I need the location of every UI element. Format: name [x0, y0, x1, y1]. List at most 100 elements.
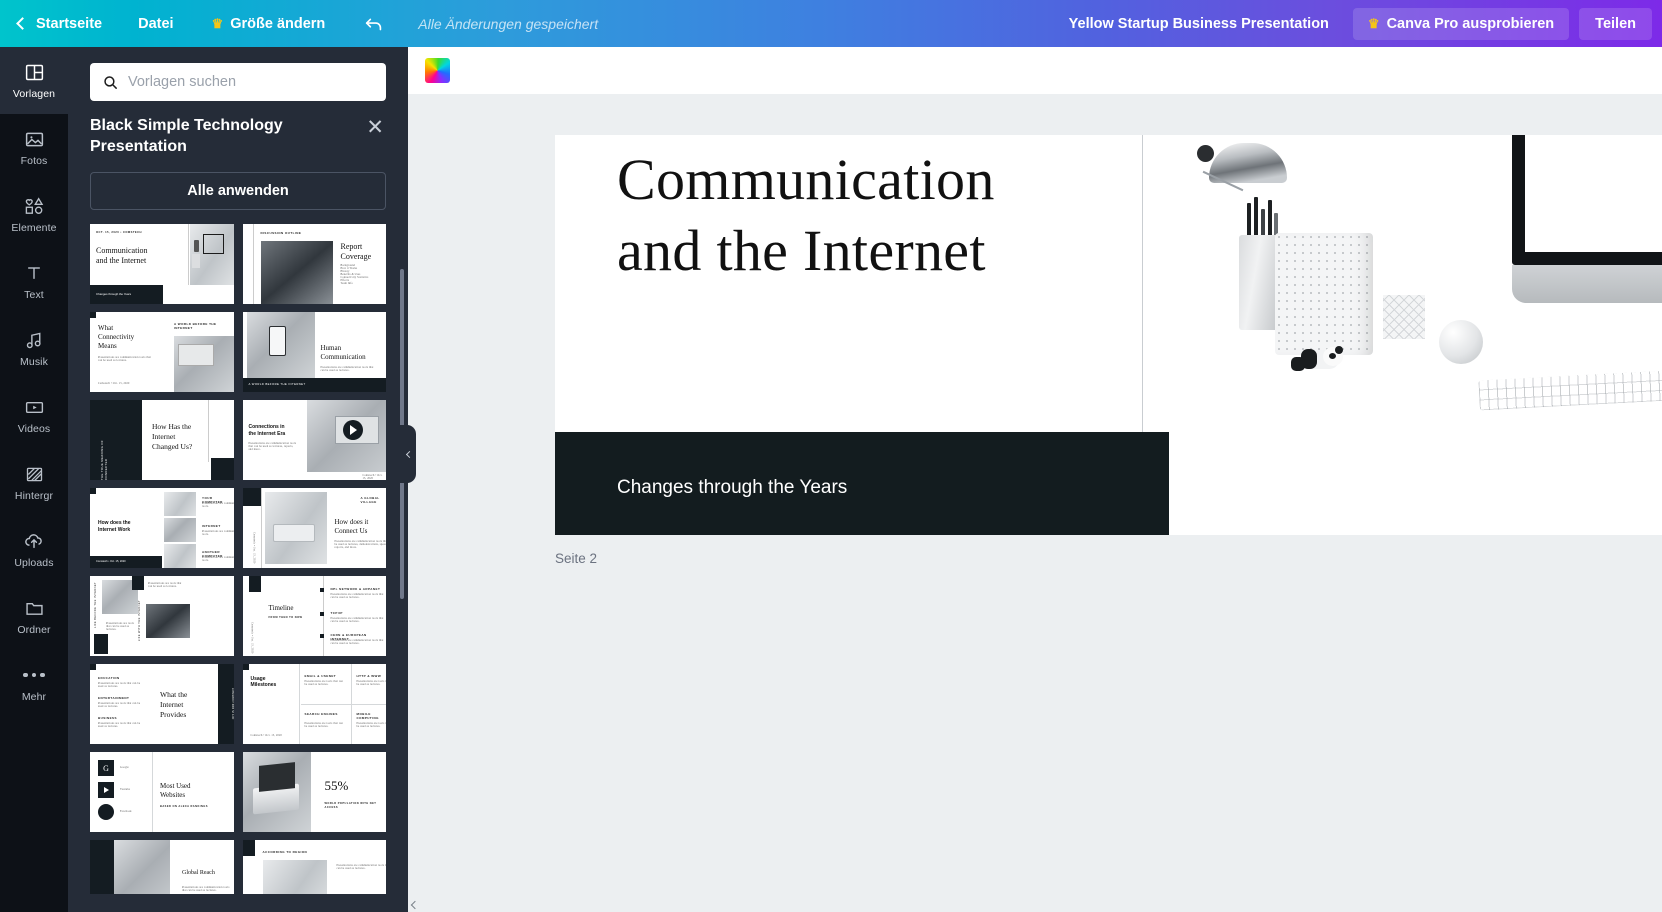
mesh-holder-small [1383, 295, 1425, 339]
template-thumbnail[interactable]: G Google Youtube Facebook Most Used Websi… [90, 752, 234, 833]
panda-figurine [1291, 346, 1347, 373]
panel-title: Black Simple Technology Presentation [90, 117, 283, 156]
sidebar-label: Fotos [20, 155, 48, 167]
sidebar-label: Musik [20, 356, 48, 368]
canvas-toolbar [408, 47, 1662, 94]
page-2-label: Seite 2 [555, 551, 598, 566]
sidebar-item-text[interactable]: Text [0, 248, 68, 315]
photo-icon [23, 128, 45, 150]
lamp-dome [1209, 143, 1287, 183]
home-button[interactable]: Startseite [16, 15, 103, 32]
template-thumbnail[interactable]: How does the Internet Work Comstech • Oct… [90, 488, 234, 569]
apply-all-button[interactable]: Alle anwenden [90, 172, 386, 211]
template-thumbnail[interactable]: THE TRUE MEANING OF CONNECTED How Has th… [90, 400, 234, 481]
upload-cloud-icon [23, 530, 45, 552]
canvas-scroll-region[interactable]: Communication and the Internet Changes t… [408, 94, 1662, 912]
color-wheel-icon[interactable] [425, 58, 450, 83]
document-title[interactable]: Yellow Startup Business Presentation [1069, 16, 1329, 32]
monitor-base [1512, 265, 1662, 303]
sidebar-label: Elemente [11, 222, 57, 234]
template-thumbnail[interactable]: What Connectivity Means Presentations are … [90, 312, 234, 393]
template-thumbnail[interactable]: Comstech • Oct. 15, 2020 A GLOBAL VILLAG… [242, 488, 386, 569]
scroll-left-icon[interactable] [410, 900, 420, 910]
sidebar-item-uploads[interactable]: Uploads [0, 516, 68, 583]
template-thumbnail[interactable]: OCT. 15, 2020 • COMSTECH Communication an… [90, 224, 234, 305]
sidebar-item-vorlagen[interactable]: Vorlagen [0, 47, 68, 114]
template-thumbnail[interactable]: Usage Milestones Comstech • Oct. 15, 2020… [242, 664, 386, 745]
sidebar-label: Uploads [14, 557, 54, 569]
template-thumbnail[interactable]: Connections in the Internet Era Presentat… [242, 400, 386, 481]
background-icon [23, 463, 45, 485]
text-icon [23, 262, 45, 284]
slide1-title-line1: Communication [617, 147, 995, 212]
search-input[interactable] [128, 74, 374, 90]
folder-icon [23, 597, 45, 619]
slide1-divider [1142, 135, 1143, 432]
sidebar-item-musik[interactable]: Musik [0, 315, 68, 382]
resize-label: Größe ändern [230, 15, 326, 32]
sidebar-item-mehr[interactable]: Mehr [0, 650, 68, 717]
search-box[interactable] [90, 63, 386, 101]
decor-ball [1439, 320, 1483, 364]
search-wrapper [68, 47, 408, 101]
file-menu-button[interactable]: Datei [138, 16, 173, 32]
save-status: Alle Änderungen gespeichert [418, 15, 599, 32]
shapes-icon [23, 195, 45, 217]
sidebar-item-ordner[interactable]: Ordner [0, 583, 68, 650]
undo-button[interactable] [363, 13, 385, 35]
monitor-screen [1512, 135, 1662, 265]
slide1-caption-band: Changes through the Years [555, 432, 1169, 535]
lamp-joint [1197, 145, 1214, 162]
template-thumbnail-grid: OCT. 15, 2020 • COMSTECH Communication an… [68, 224, 408, 895]
canva-pro-label: Canva Pro ausprobieren [1386, 15, 1555, 32]
canva-pro-button[interactable]: ♛ Canva Pro ausprobieren [1352, 7, 1570, 40]
template-thumbnail[interactable]: ACCORDING TO REGION Presentations are co… [242, 840, 386, 895]
slide-page-1[interactable]: Communication and the Internet Changes t… [555, 135, 1662, 535]
template-thumbnail[interactable]: EDUCATION Presentations are tools that c… [90, 664, 234, 745]
collapse-panel-handle[interactable] [399, 425, 416, 483]
sidebar-item-fotos[interactable]: Fotos [0, 114, 68, 181]
chevron-left-icon [16, 17, 29, 30]
template-thumbnail[interactable]: Human Communication Presentations are com… [242, 312, 386, 393]
sidebar-item-elemente[interactable]: Elemente [0, 181, 68, 248]
share-label: Teilen [1595, 15, 1636, 32]
template-thumbnail[interactable]: Global Reach Presentations are communica… [90, 840, 234, 895]
panel-header: Black Simple Technology Presentation ✕ [68, 101, 408, 157]
home-label: Startseite [36, 15, 103, 32]
keyboard [1478, 369, 1662, 411]
crown-icon: ♛ [1367, 16, 1380, 31]
sidebar-label: Videos [17, 423, 51, 435]
chevron-left-icon [405, 450, 413, 458]
file-label: Datei [138, 15, 174, 32]
close-icon[interactable]: ✕ [356, 115, 386, 140]
sidebar-label: Text [24, 289, 44, 301]
canvas-horizontal-scrollbar[interactable] [408, 900, 1662, 912]
canvas-area: Communication and the Internet Changes t… [408, 47, 1662, 912]
apply-all-label: Alle anwenden [187, 183, 289, 200]
template-thumbnail[interactable]: DISCUSSION OUTLINE Report Coverage Backgr… [242, 224, 386, 305]
top-toolbar-right: Yellow Startup Business Presentation ♛ C… [1069, 0, 1662, 47]
music-note-icon [23, 329, 45, 351]
templates-panel: Black Simple Technology Presentation ✕ A… [68, 47, 408, 912]
ellipsis-icon [23, 664, 45, 686]
left-rail: Vorlagen Fotos Elemente Text Musik Video… [0, 47, 68, 912]
sidebar-label: Hintergr [14, 490, 54, 502]
pen-cup [1239, 235, 1279, 330]
slide1-title-line2: and the Internet [617, 217, 986, 283]
sidebar-label: Mehr [21, 691, 47, 703]
undo-arrow-icon [366, 18, 382, 30]
share-button[interactable]: Teilen [1579, 7, 1652, 40]
top-toolbar: Startseite Datei ♛ Größe ändern Alle Änd… [0, 0, 1662, 47]
template-thumbnail[interactable]: Comstech • Oct. 15, 2020 Timeline FROM T… [242, 576, 386, 657]
mesh-cup [1275, 233, 1373, 355]
desk-scene-photo [1167, 135, 1662, 432]
resize-button[interactable]: ♛ Größe ändern [212, 16, 326, 32]
sidebar-label: Ordner [17, 624, 51, 636]
template-thumbnail[interactable]: 55% WORLD POPULATION WITH NET ACCESS OCT… [242, 752, 386, 833]
sidebar-item-videos[interactable]: Videos [0, 382, 68, 449]
search-icon [104, 75, 117, 89]
slide1-caption: Changes through the Years [617, 477, 848, 498]
sidebar-item-hintergrund[interactable]: Hintergr [0, 449, 68, 516]
template-thumbnail[interactable]: LIFE BEFORE THE INTERNET Presentations a… [90, 576, 234, 657]
video-icon [23, 396, 45, 418]
